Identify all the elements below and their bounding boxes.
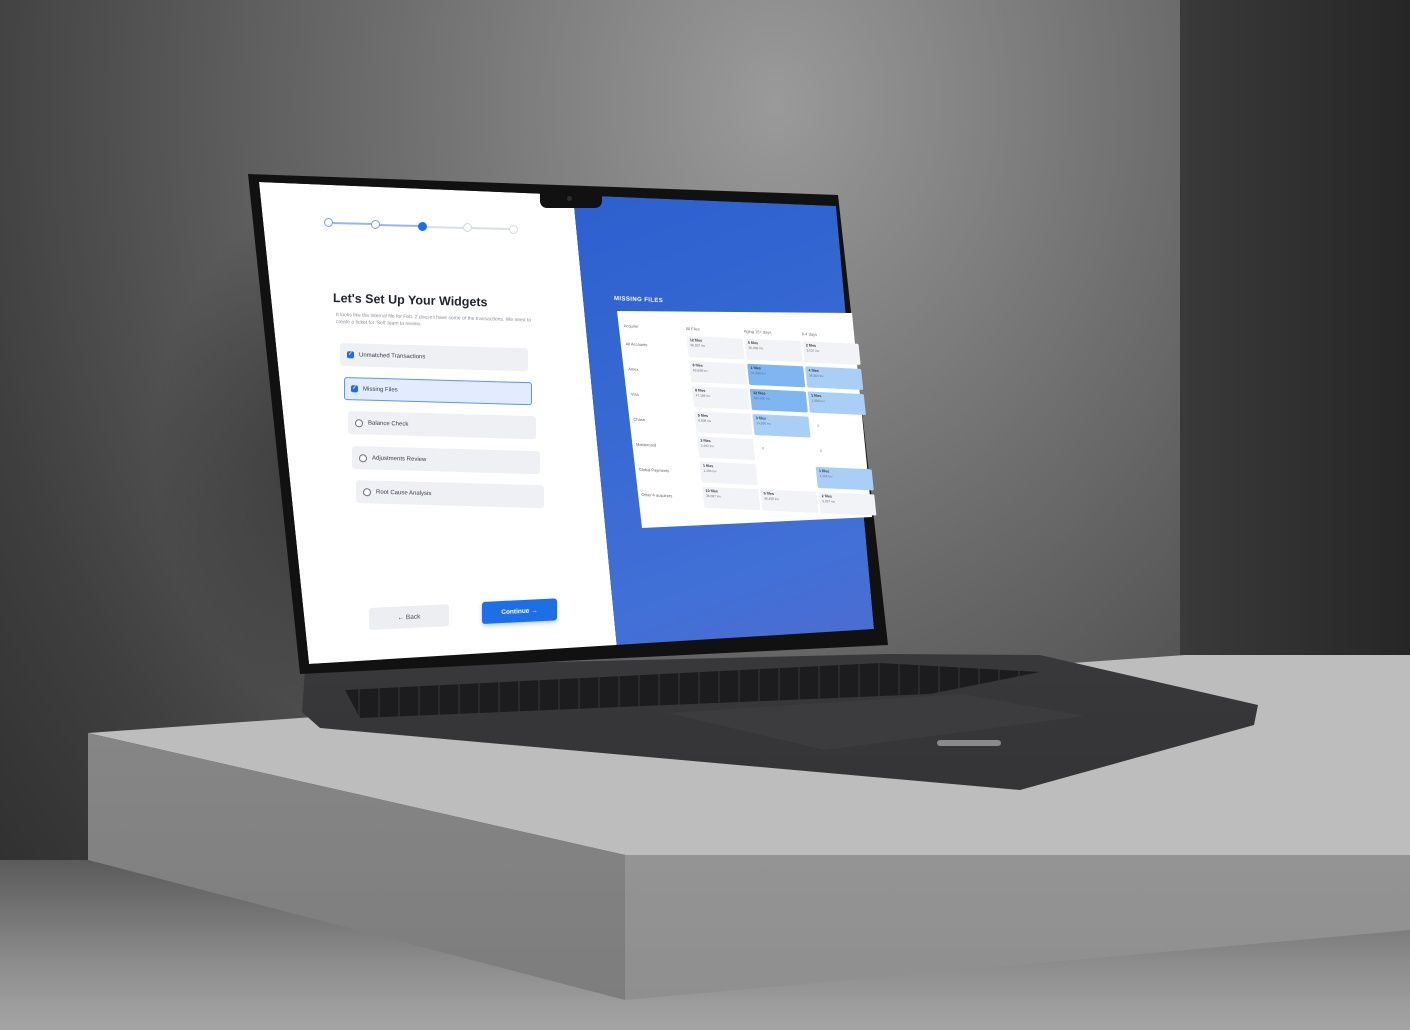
- cell-zero: 0: [817, 423, 820, 429]
- table-cell[interactable]: 10 files 36,097 inv: [702, 486, 761, 511]
- row-label: Amex: [627, 366, 639, 372]
- cell-zero: 0: [761, 446, 765, 451]
- checkbox-checked-icon[interactable]: ✓: [347, 351, 354, 359]
- cell-zero: 0: [819, 449, 823, 454]
- stepper-step-5[interactable]: [509, 225, 518, 234]
- wall-corner: [1180, 0, 1410, 680]
- table-cell[interactable]: 0: [755, 439, 813, 463]
- column-header: 8-4 days: [801, 330, 818, 337]
- continue-button[interactable]: Continue →: [482, 598, 557, 624]
- table-cell[interactable]: 1 files 1,204 inv: [815, 466, 874, 491]
- table-cell[interactable]: 12 files 36,097 inv: [686, 335, 745, 360]
- stepper-step-1[interactable]: [324, 218, 333, 227]
- option-label: Unmatched Transactions: [359, 352, 426, 360]
- camera-icon: [567, 196, 572, 201]
- missing-files-table: Acquirer All Files Aging 15+ days 8-4 da…: [621, 319, 881, 518]
- table-cell[interactable]: 1 files 94,300 inv: [747, 363, 806, 388]
- stepper-step-4[interactable]: [463, 223, 472, 232]
- laptop-front-notch: [937, 740, 1001, 746]
- table-cell[interactable]: 0: [813, 442, 871, 466]
- table-cell[interactable]: 1 files 1,204 inv: [699, 461, 758, 486]
- column-header: Acquirer: [623, 322, 639, 329]
- stepper-step-3[interactable]: [418, 222, 427, 231]
- row-label: Other 4 acquirers: [641, 491, 673, 499]
- table-cell[interactable]: 5 files 36,458 inv: [760, 489, 819, 513]
- radio-unchecked-icon[interactable]: [363, 487, 371, 496]
- option-label: Root Cause Analysis: [376, 489, 432, 497]
- table-cell[interactable]: 3 files 2,942 inv: [696, 436, 756, 461]
- row-label: All Accounts: [625, 341, 648, 348]
- table-cell[interactable]: 8 files 47,188 inv: [691, 386, 750, 410]
- table-cell[interactable]: 0: [810, 417, 868, 441]
- table-cell[interactable]: 2 files 3,037 inv: [802, 341, 861, 365]
- table-cell[interactable]: 1 files 1,989 inv: [807, 391, 866, 416]
- radio-unchecked-icon[interactable]: [359, 453, 367, 462]
- table-cell[interactable]: 5 files 36,458 inv: [744, 338, 803, 363]
- row-label: Global Payments: [638, 466, 670, 474]
- back-button[interactable]: ← Back: [369, 604, 449, 630]
- row-label: Visa: [630, 391, 639, 397]
- row-label: Chase: [633, 416, 646, 423]
- table-cell[interactable]: 8 files 63,838 inv: [689, 361, 748, 385]
- checkbox-checked-icon[interactable]: ✓: [351, 385, 358, 393]
- table-cell[interactable]: 3 files 14,990 inv: [752, 413, 811, 438]
- row-label: Mastercard: [635, 441, 657, 448]
- option-label: Balance Check: [368, 420, 409, 428]
- table-cell[interactable]: 5 files 6,808 inv: [694, 411, 753, 435]
- column-header: Aging 15+ days: [743, 328, 772, 335]
- stepper-step-2[interactable]: [371, 220, 380, 229]
- option-label: Adjustments Review: [372, 455, 427, 463]
- table-cell[interactable]: [758, 464, 816, 488]
- table-cell[interactable]: 2 files 3,037 inv: [818, 491, 877, 516]
- table-cell[interactable]: 12 files 184,300 inv: [749, 388, 808, 413]
- table-cell[interactable]: 4 files 38,904 inv: [805, 366, 864, 391]
- radio-unchecked-icon[interactable]: [355, 418, 363, 427]
- column-header: All Files: [685, 325, 700, 332]
- option-label: Missing Files: [363, 386, 398, 393]
